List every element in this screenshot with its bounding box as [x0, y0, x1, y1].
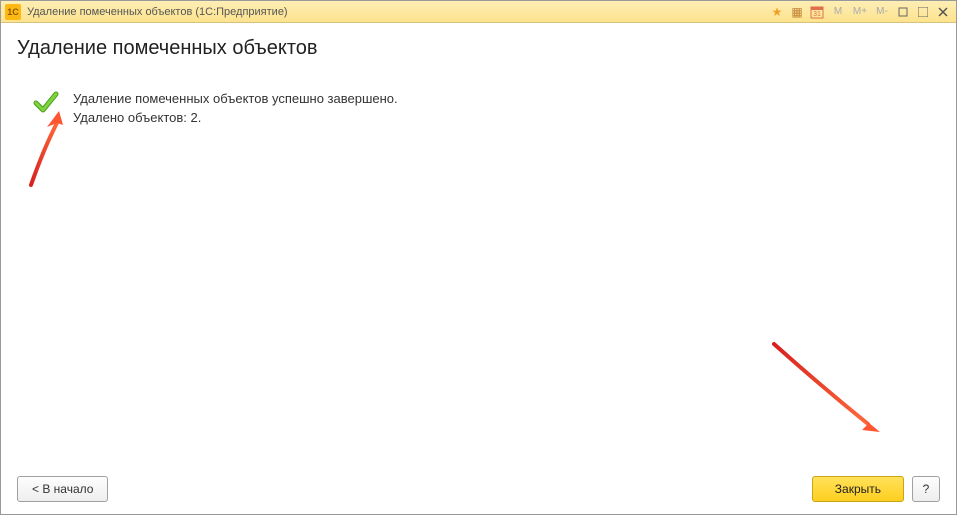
footer: < В начало Закрыть ? — [1, 466, 956, 514]
calculator-icon[interactable]: ▦ — [788, 4, 806, 20]
checkmark-icon — [33, 90, 59, 116]
page-title: Удаление помеченных объектов — [17, 37, 940, 60]
m-minus-button[interactable]: M- — [872, 4, 892, 20]
message-line2: Удалено объектов: 2. — [73, 109, 398, 128]
message-line1: Удаление помеченных объектов успешно зав… — [73, 90, 398, 109]
help-button[interactable]: ? — [912, 476, 940, 502]
window-title: Удаление помеченных объектов (1С:Предпри… — [27, 6, 768, 18]
close-button[interactable]: Закрыть — [812, 476, 904, 502]
close-icon[interactable] — [934, 4, 952, 20]
message-text: Удаление помеченных объектов успешно зав… — [73, 90, 398, 128]
maximize-icon[interactable] — [914, 4, 932, 20]
content-area: Удаление помеченных объектов Удаление по… — [1, 23, 956, 466]
status-message: Удаление помеченных объектов успешно зав… — [17, 90, 940, 128]
app-icon: 1C — [5, 4, 21, 20]
app-window: 1C Удаление помеченных объектов (1С:Пред… — [0, 0, 957, 515]
svg-text:31: 31 — [813, 11, 821, 18]
minimize-icon[interactable] — [894, 4, 912, 20]
annotation-arrow-icon — [766, 336, 896, 446]
favorites-icon[interactable]: ★ — [768, 4, 786, 20]
m-plus-button[interactable]: M+ — [850, 4, 870, 20]
m-button[interactable]: M — [828, 4, 848, 20]
back-button[interactable]: < В начало — [17, 476, 108, 502]
titlebar: 1C Удаление помеченных объектов (1С:Пред… — [1, 1, 956, 23]
titlebar-controls: ★ ▦ 31 M M+ M- — [768, 4, 952, 20]
calendar-icon[interactable]: 31 — [808, 4, 826, 20]
